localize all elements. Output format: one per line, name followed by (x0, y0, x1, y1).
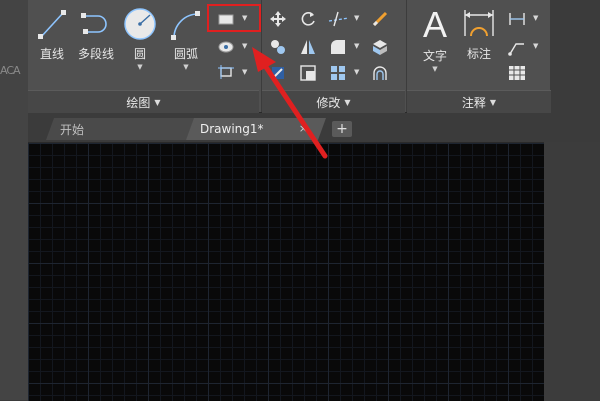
offset-icon (373, 66, 387, 80)
file-tabs-bar: 开始 Drawing1* × + (28, 114, 550, 142)
array-dropdown-icon[interactable]: ▼ (354, 68, 359, 76)
table-tool[interactable] (507, 63, 527, 83)
stretch-icon (272, 67, 284, 79)
line-icon (38, 10, 66, 39)
copy-tool[interactable] (268, 37, 288, 57)
scale-tool[interactable] (298, 63, 318, 83)
erase-icon (372, 11, 388, 27)
arc-button[interactable]: 圆弧 ▼ (166, 6, 206, 71)
arc-label: 圆弧 (173, 47, 198, 61)
fillet-tool[interactable] (328, 37, 348, 57)
erase-tool[interactable] (370, 9, 390, 29)
left-edge-strip: ACA (0, 0, 28, 400)
annotation-panel: A 文字 ▼ 标注 ▼ ▼ 注释 ▼ (406, 0, 551, 113)
highlight-box (207, 4, 261, 32)
arc-icon (171, 11, 200, 40)
linear-dimension-tool[interactable] (507, 9, 527, 29)
array-icon (331, 66, 345, 80)
dimension-label: 标注 (466, 47, 491, 61)
draw-panel: 直线 多段线 圆 ▼ 圆弧 ▼ ▼ ▼ ▼ 绘图 ▼ (28, 0, 261, 113)
dimension-icon (464, 10, 494, 37)
trim-dropdown-icon[interactable]: ▼ (354, 14, 359, 22)
new-tab-button[interactable]: + (332, 121, 352, 137)
annotation-panel-title-text: 注释 (461, 95, 486, 110)
table-icon (509, 66, 525, 80)
hatch-icon (218, 41, 234, 53)
polyline-label: 多段线 (77, 47, 114, 61)
explode-tool[interactable] (370, 37, 390, 57)
fillet-icon (331, 40, 345, 54)
polyline-icon (81, 13, 107, 34)
modify-panel-title-text: 修改 (316, 95, 341, 110)
left-edge-text: ACA (0, 64, 21, 77)
mirror-icon (301, 40, 315, 54)
text-icon: A (422, 4, 447, 45)
dimension-button[interactable]: 标注 (459, 6, 499, 62)
hatch-tool[interactable] (216, 37, 236, 57)
ribbon: 直线 多段线 圆 ▼ 圆弧 ▼ ▼ ▼ ▼ 绘图 ▼ ▼ ▼ ▼ 修改 ▼ A … (28, 0, 551, 113)
autocad-window: ACA 直线 多段线 圆 ▼ 圆弧 ▼ ▼ ▼ ▼ 绘图 ▼ ▼ ▼ ▼ 修改 … (0, 0, 600, 401)
tab-start[interactable]: 开始 (46, 118, 196, 140)
leader-tool[interactable] (507, 37, 527, 57)
right-edge-area (544, 142, 600, 400)
line-button[interactable]: 直线 (34, 6, 70, 62)
linear-dimension-dropdown-icon[interactable]: ▼ (533, 14, 538, 22)
hatch-dropdown-icon[interactable]: ▼ (242, 42, 247, 50)
region-tool[interactable] (216, 62, 236, 82)
modify-panel-title[interactable]: 修改 ▼ (262, 90, 405, 113)
array-tool[interactable] (328, 63, 348, 83)
region-icon (218, 65, 234, 79)
text-label: 文字 (422, 49, 447, 63)
modify-panel-caret-icon: ▼ (344, 97, 351, 107)
trim-icon (328, 11, 348, 27)
scale-icon (300, 65, 316, 81)
trim-tool[interactable] (328, 9, 348, 29)
leader-icon (508, 43, 524, 56)
move-icon (270, 11, 286, 27)
tab-drawing1[interactable]: Drawing1* × (186, 118, 326, 140)
circle-button[interactable]: 圆 ▼ (122, 6, 158, 71)
line-label: 直线 (39, 47, 64, 61)
copy-icon (271, 40, 285, 54)
move-tool[interactable] (268, 9, 288, 29)
arc-dropdown-icon[interactable]: ▼ (183, 63, 188, 71)
rotate-icon (301, 12, 315, 26)
draw-panel-title[interactable]: 绘图 ▼ (28, 90, 259, 113)
annotation-panel-caret-icon: ▼ (489, 97, 497, 107)
tab-drawing1-label: Drawing1* (200, 122, 264, 136)
drawing-canvas[interactable] (28, 142, 544, 401)
tab-start-label: 开始 (60, 122, 85, 137)
modify-panel: ▼ ▼ ▼ 修改 ▼ (261, 0, 405, 113)
text-dropdown-icon[interactable]: ▼ (432, 65, 437, 73)
draw-panel-title-text: 绘图 (126, 95, 151, 110)
offset-tool[interactable] (370, 63, 390, 83)
fillet-dropdown-icon[interactable]: ▼ (354, 42, 359, 50)
text-button[interactable]: A 文字 ▼ (415, 4, 455, 74)
explode-icon (373, 40, 387, 55)
draw-panel-caret-icon: ▼ (154, 97, 161, 107)
rotate-tool[interactable] (298, 9, 318, 29)
region-dropdown-icon[interactable]: ▼ (242, 68, 247, 76)
polyline-button[interactable]: 多段线 (74, 6, 118, 62)
circle-dropdown-icon[interactable]: ▼ (137, 63, 142, 71)
linear-dimension-icon (509, 13, 525, 25)
circle-label: 圆 (133, 47, 146, 61)
mirror-tool[interactable] (298, 37, 318, 57)
leader-dropdown-icon[interactable]: ▼ (533, 42, 538, 50)
stretch-tool[interactable] (268, 63, 288, 83)
close-tab-icon[interactable]: × (299, 122, 308, 135)
circle-icon (124, 8, 156, 40)
annotation-panel-title[interactable]: 注释 ▼ (407, 90, 551, 113)
